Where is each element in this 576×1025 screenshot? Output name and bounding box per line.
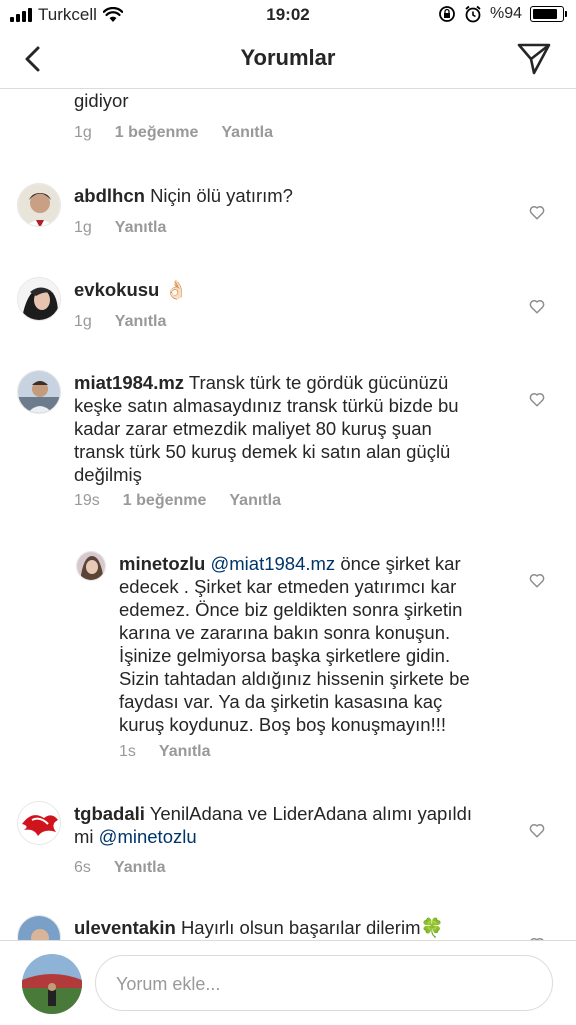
comment-time: 1g: [74, 124, 92, 141]
comment-item: gidiyor 1g 1 beğenme Yanıtla: [0, 89, 576, 154]
alarm-icon: [465, 5, 481, 23]
comment-line: YenilAdana ve LiderAdana alımı yapıldı: [149, 803, 472, 824]
comment-text: uleventakin Hayırlı olsun başarılar dile…: [74, 916, 514, 939]
screen-lock-icon: [439, 6, 455, 22]
battery-percent: %94: [489, 5, 522, 22]
comment-line: karına ve zararına bakın sonra konuşun.: [119, 622, 451, 643]
avatar-image: [77, 552, 105, 580]
comment-line: Sizin tahtadan aldığınız hissenin şirket…: [119, 668, 470, 689]
comment-text: evkokusu 👌🏻: [74, 278, 188, 301]
comment-text: minetozlu @miat1984.mz önce şirket kar e…: [119, 552, 519, 736]
comment-text: gidiyor: [74, 90, 129, 111]
comment-meta: 1s Yanıtla: [119, 743, 210, 761]
comment-line: edecek . Şirket kar etmeden yatırımcı ka…: [119, 576, 457, 597]
comment-item: abdlhcn Niçin ölü yatırım? 1g Yanıtla: [0, 179, 576, 239]
comment-input[interactable]: [114, 956, 538, 1012]
comment-username[interactable]: miat1984.mz: [74, 372, 184, 393]
comment-meta: 1g 1 beğenme Yanıtla: [74, 124, 273, 142]
mention-link[interactable]: @miat1984.mz: [210, 553, 335, 574]
comment-line: İşinize gelmiyorsa başka şirketlere gidi…: [119, 645, 451, 666]
heart-icon[interactable]: [528, 297, 546, 315]
comment-line: keşke satın almasaydınız transk türkü bi…: [74, 395, 459, 416]
comment-time: 19s: [74, 492, 100, 509]
comment-item: tgbadali YenilAdana ve LiderAdana alımı …: [0, 797, 576, 882]
reply-button[interactable]: Yanıtla: [159, 743, 211, 761]
comment-username[interactable]: tgbadali: [74, 803, 145, 824]
avatar[interactable]: [17, 915, 61, 940]
heart-icon[interactable]: [528, 571, 546, 589]
reply-button[interactable]: Yanıtla: [114, 859, 166, 877]
comment-line: faydası var. Ya da şirketin kasasına kaç: [119, 691, 443, 712]
comment-username[interactable]: abdlhcn: [74, 185, 145, 206]
comment-meta: 1g Yanıtla: [74, 219, 166, 237]
comment-time: 1g: [74, 219, 92, 236]
heart-icon[interactable]: [528, 390, 546, 408]
comment-body: 👌🏻: [164, 279, 188, 300]
comment-line: Transk türk te gördük gücünüzü: [188, 372, 449, 393]
comment-meta: 6s Yanıtla: [74, 859, 165, 877]
comment-meta: 1g Yanıtla: [74, 313, 166, 331]
reply-button[interactable]: Yanıtla: [229, 492, 281, 510]
heart-icon[interactable]: [528, 203, 546, 221]
avatar-image: [18, 278, 60, 320]
comment-line: değilmiş: [74, 464, 142, 485]
comment-body: Hayırlı olsun başarılar dilerim🍀: [180, 917, 444, 938]
comment-line: kuruş koydunuz. Boş boş konuşmayın!!!: [119, 714, 447, 735]
header: Yorumlar: [0, 30, 576, 89]
avatar-image: [18, 371, 60, 413]
comment-likes[interactable]: 1 beğenme: [123, 492, 207, 510]
page-title: Yorumlar: [240, 45, 336, 70]
status-right: %94: [438, 5, 567, 23]
avatar[interactable]: [17, 370, 61, 414]
reply-button[interactable]: Yanıtla: [115, 313, 167, 331]
comment-line: edemez. Önce biz geldikten sonra şirketi…: [119, 599, 463, 620]
comment-body: Niçin ölü yatırım?: [150, 185, 293, 206]
comment-composer: [0, 940, 576, 1025]
comment-item: miat1984.mz Transk türk te gördük gücünü…: [0, 366, 576, 516]
avatar-image: [18, 802, 60, 844]
mention-link[interactable]: @minetozlu: [99, 826, 197, 847]
reply-button[interactable]: Yanıtla: [115, 219, 167, 237]
avatar[interactable]: [17, 183, 61, 227]
avatar[interactable]: [17, 277, 61, 321]
comment-time: 1s: [119, 743, 136, 760]
comment-username[interactable]: evkokusu: [74, 279, 159, 300]
comment-line: mi: [74, 826, 94, 847]
comment-text: miat1984.mz Transk türk te gördük gücünü…: [74, 371, 504, 486]
comment-input-container[interactable]: [95, 955, 553, 1012]
battery-icon: [530, 6, 567, 22]
comment-line: transk türk 50 kuruş demek ki satın alan…: [74, 441, 451, 462]
avatar[interactable]: [17, 801, 61, 845]
avatar-image: [18, 916, 60, 940]
battery-fill: [533, 9, 558, 19]
comment-item: evkokusu 👌🏻 1g Yanıtla: [0, 273, 576, 333]
send-icon[interactable]: [516, 42, 552, 76]
comment-meta: 19s 1 beğenme Yanıtla: [74, 492, 281, 510]
comment-username[interactable]: uleventakin: [74, 917, 176, 938]
comment-likes[interactable]: 1 beğenme: [115, 124, 199, 142]
comment-item: uleventakin Hayırlı olsun başarılar dile…: [0, 911, 576, 940]
avatar[interactable]: [76, 551, 106, 581]
comment-line: önce şirket kar: [340, 553, 461, 574]
heart-icon[interactable]: [528, 821, 546, 839]
comment-text: abdlhcn Niçin ölü yatırım?: [74, 184, 293, 207]
reply-button[interactable]: Yanıtla: [221, 124, 273, 142]
comment-time: 6s: [74, 859, 91, 876]
comments-list[interactable]: gidiyor 1g 1 beğenme Yanıtla abdlhcn Niç…: [0, 89, 576, 940]
comment-line: kadar zarar etmezdik maliyet 80 kuruş şu…: [74, 418, 432, 439]
avatar-image: [22, 954, 82, 1014]
comment-text: tgbadali YenilAdana ve LiderAdana alımı …: [74, 802, 514, 848]
comment-reply-item: minetozlu @miat1984.mz önce şirket kar e…: [0, 547, 576, 767]
comment-time: 1g: [74, 313, 92, 330]
avatar-image: [18, 184, 60, 226]
comment-username[interactable]: minetozlu: [119, 553, 205, 574]
my-avatar: [22, 954, 82, 1014]
status-bar: Turkcell 19:02 %94: [0, 0, 576, 30]
